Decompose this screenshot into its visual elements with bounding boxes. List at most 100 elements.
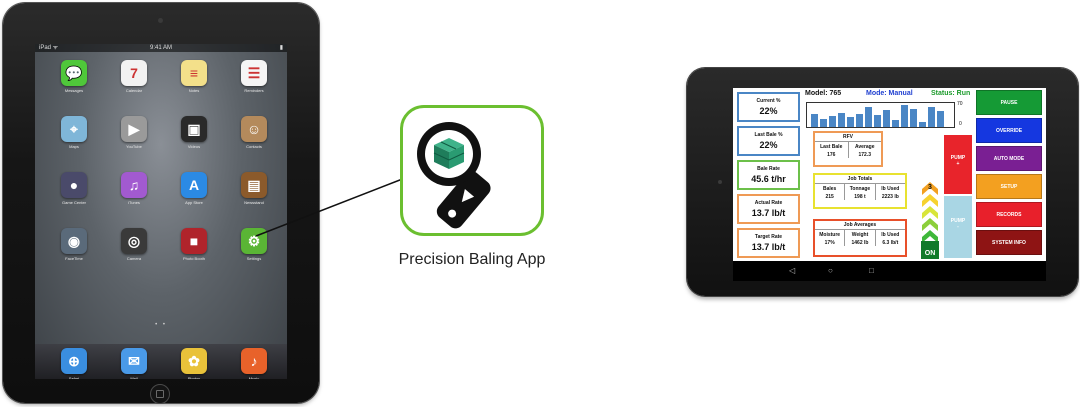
setup-button[interactable]: SETUP xyxy=(976,174,1042,199)
app-label: YouTube xyxy=(126,144,142,149)
notes-icon: ≡ xyxy=(181,60,207,86)
job-averages-values: Moisture 17% Weight 1462 lb lb Used 6.3 lb/t xyxy=(815,230,905,246)
battery-icon: ▮ xyxy=(279,45,283,51)
ipad-home-screen: iPad ᯤ 9:41 AM ▮ 💬 Messages 7 Calendar ≡ Note… xyxy=(35,44,287,379)
metric-value: 13.7 lb/t xyxy=(751,242,786,252)
recent-apps-icon[interactable]: □ xyxy=(869,266,874,275)
app-itunes[interactable]: ♫ iTunes xyxy=(114,172,154,205)
model-label: Model: 765 xyxy=(805,90,842,97)
stat-cell: Last Bale 176 xyxy=(815,142,849,158)
home-button[interactable] xyxy=(150,384,170,404)
app-notes[interactable]: ≡ Notes xyxy=(174,60,214,93)
graph-bar xyxy=(811,114,818,127)
front-camera xyxy=(158,18,163,23)
app-label: Newsstand xyxy=(244,200,264,205)
magnifier-bale-icon xyxy=(417,122,491,229)
job-totals-title: Job Totals xyxy=(815,175,905,184)
metric-current: Current % 22% xyxy=(737,92,800,122)
pump-decrease-button[interactable]: PUMP - xyxy=(944,196,972,258)
mode-label: Mode: Manual xyxy=(866,90,913,97)
app-store-icon: A xyxy=(181,172,207,198)
photo-booth-icon: ■ xyxy=(181,228,207,254)
metric-value: 22% xyxy=(759,106,778,116)
app-photo-booth[interactable]: ■ Photo Booth xyxy=(174,228,214,261)
app-label: Reminders xyxy=(244,88,264,93)
app-label: Videos xyxy=(187,144,201,149)
app-label: Safari xyxy=(68,376,80,379)
metric-label: Bale Rate xyxy=(757,166,780,172)
dock-mail[interactable]: ✉ Mail xyxy=(114,348,154,379)
newsstand-icon: ▤ xyxy=(241,172,267,198)
app-settings[interactable]: ⚙ Settings xyxy=(234,228,274,261)
app-youtube[interactable]: ▶ YouTube xyxy=(114,116,154,149)
level-indicator: 3 ON xyxy=(921,182,939,259)
graph-bar xyxy=(874,115,881,127)
stat-cell: Tonnage 198 t xyxy=(845,184,876,200)
app-maps[interactable]: ⌖ Maps xyxy=(54,116,94,149)
app-app-store[interactable]: A App Store xyxy=(174,172,214,205)
pump-plus-sign: + xyxy=(956,161,960,167)
precision-baling-app-icon[interactable] xyxy=(400,105,544,236)
graph-bar xyxy=(901,105,908,127)
app-label: FaceTime xyxy=(65,256,83,261)
app-facetime[interactable]: ◉ FaceTime xyxy=(54,228,94,261)
music-icon: ♪ xyxy=(241,348,267,374)
pause-button[interactable]: PAUSE xyxy=(976,90,1042,115)
graph-bar xyxy=(847,117,854,127)
ipad-device: iPad ᯤ 9:41 AM ▮ 💬 Messages 7 Calendar ≡ Note… xyxy=(3,3,319,404)
job-averages-box: Job Averages Moisture 17% Weight 1462 lb lb … xyxy=(813,219,907,257)
calendar-icon: 7 xyxy=(121,60,147,86)
app-label: Game Center xyxy=(61,200,86,205)
facetime-icon: ◉ xyxy=(61,228,87,254)
back-icon[interactable]: ◁ xyxy=(789,266,795,275)
dock-safari[interactable]: ⊕ Safari xyxy=(54,348,94,379)
app-messages[interactable]: 💬 Messages xyxy=(54,60,94,93)
stat-header: lb Used xyxy=(881,186,900,192)
metric-label: Last Bale % xyxy=(754,132,783,138)
level-value: 3 xyxy=(928,184,932,191)
metric-label: Current % xyxy=(756,98,781,104)
graph-bar xyxy=(820,119,827,127)
system-info-button[interactable]: SYSTEM INFO xyxy=(976,230,1042,255)
reminders-icon: ☰ xyxy=(241,60,267,86)
ipad-status-bar: iPad ᯤ 9:41 AM ▮ xyxy=(35,44,287,52)
stat-header: Weight xyxy=(851,232,869,238)
metric-bale-rate: Bale Rate 45.6 t/hr xyxy=(737,160,800,190)
job-totals-values: Bales 215 Tonnage 198 t lb Used 2223 lb xyxy=(815,184,905,200)
rfv-box: RFV Last Bale 176 Average 172.3 xyxy=(813,131,883,167)
app-label: Notes xyxy=(188,88,200,93)
metric-value: 22% xyxy=(759,140,778,150)
graph-bar xyxy=(865,107,872,127)
records-button[interactable]: RECORDS xyxy=(976,202,1042,227)
rfv-title: RFV xyxy=(815,133,881,142)
auto-mode-button[interactable]: AUTO MODE xyxy=(976,146,1042,171)
graph-bar xyxy=(919,122,926,127)
mail-icon: ✉ xyxy=(121,348,147,374)
app-videos[interactable]: ▣ Videos xyxy=(174,116,214,149)
app-camera[interactable]: ◎ Camera xyxy=(114,228,154,261)
home-icon[interactable]: ○ xyxy=(828,266,833,275)
app-caption: Precision Baling App xyxy=(398,251,546,268)
dock-photos[interactable]: ✿ Photos xyxy=(174,348,214,379)
dock-music[interactable]: ♪ Music xyxy=(234,348,274,379)
metric-value: 13.7 lb/t xyxy=(751,208,786,218)
app-label: Music xyxy=(248,376,260,379)
metric-label: Actual Rate xyxy=(754,200,783,206)
app-label: App Store xyxy=(185,200,203,205)
pump-increase-button[interactable]: PUMP + xyxy=(944,135,972,194)
app-game-center[interactable]: ● Game Center xyxy=(54,172,94,205)
metric-actual-rate: Actual Rate 13.7 lb/t xyxy=(737,194,800,224)
app-contacts[interactable]: ☺ Contacts xyxy=(234,116,274,149)
stat-value: 1462 lb xyxy=(851,240,869,246)
graph-bar xyxy=(829,116,836,127)
app-label: Contacts xyxy=(246,144,262,149)
app-reminders[interactable]: ☰ Reminders xyxy=(234,60,274,93)
stat-value: 17% xyxy=(824,240,835,246)
rfv-values: Last Bale 176 Average 172.3 xyxy=(815,142,881,158)
app-newsstand[interactable]: ▤ Newsstand xyxy=(234,172,274,205)
app-calendar[interactable]: 7 Calendar xyxy=(114,60,154,93)
stat-value: 2223 lb xyxy=(881,194,899,200)
override-button[interactable]: OVERRIDE xyxy=(976,118,1042,143)
stat-value: 215 xyxy=(825,194,834,200)
baling-app-screen: Current % 22% Last Bale % 22% Bale Rate 45.6 … xyxy=(733,88,1046,281)
